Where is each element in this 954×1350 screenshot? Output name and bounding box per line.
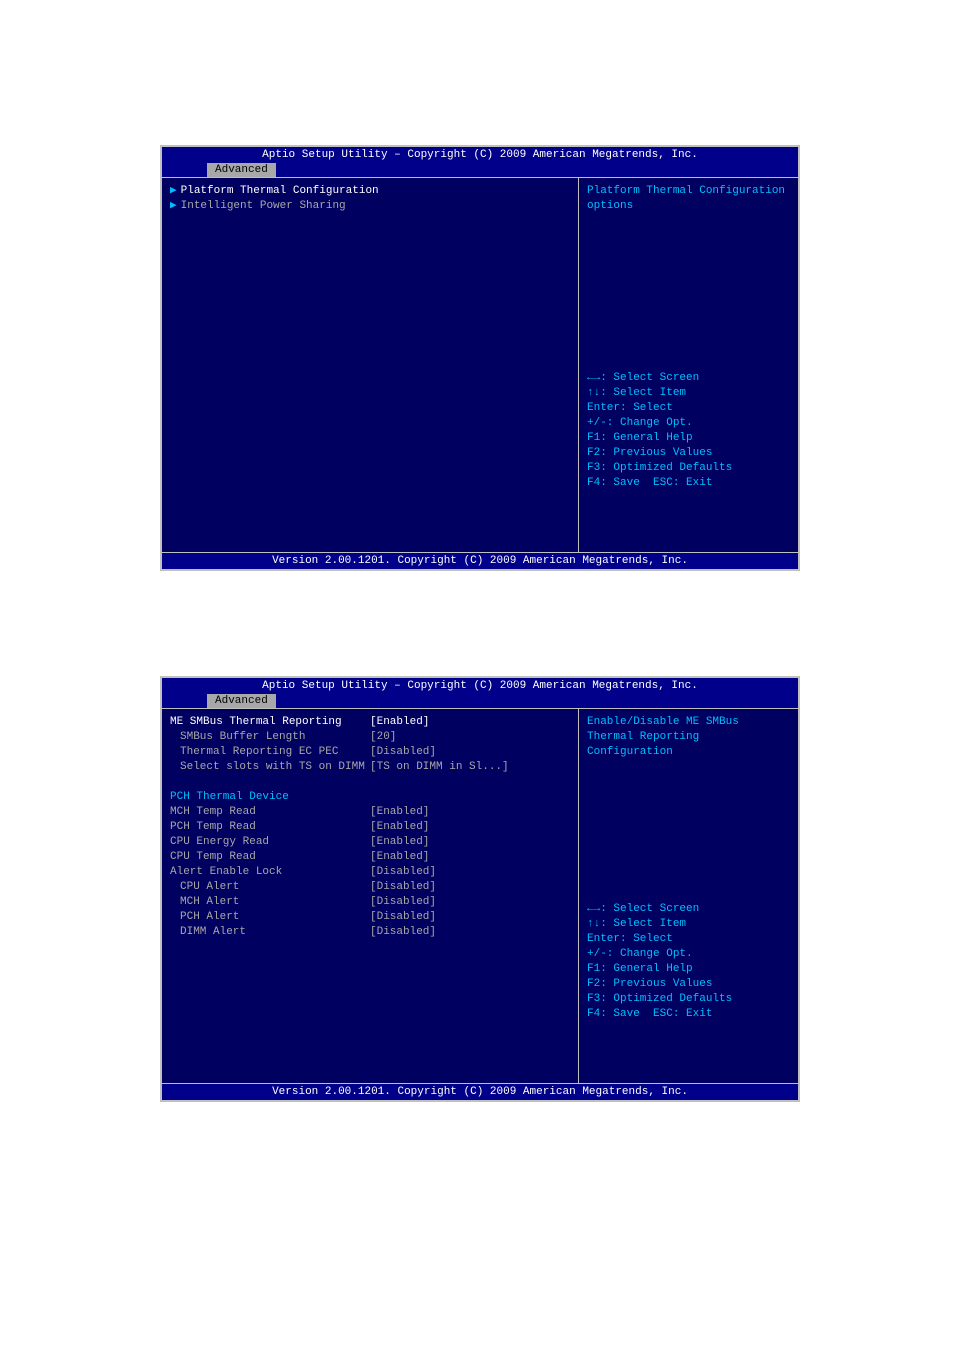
setting-value: [20]: [370, 730, 396, 745]
nav-change-opt: +/-: Change Opt.: [587, 416, 790, 431]
nav-f4: F4: Save ESC: Exit: [587, 1007, 790, 1022]
setting-label: PCH Temp Read: [170, 820, 370, 835]
footer-text: Version 2.00.1201. Copyright (C) 2009 Am…: [162, 1083, 798, 1100]
nav-select-screen: ←→: Select Screen: [587, 371, 790, 386]
arrow-icon: ▶: [170, 199, 177, 214]
setting-value: [Enabled]: [370, 805, 429, 820]
setting-label: SMBus Buffer Length: [170, 730, 370, 745]
content-area: ME SMBus Thermal Reporting [Enabled] SMB…: [162, 708, 798, 1083]
setting-label: Alert Enable Lock: [170, 865, 370, 880]
setting-alert-lock[interactable]: Alert Enable Lock [Disabled]: [170, 865, 570, 880]
nav-select-screen: ←→: Select Screen: [587, 902, 790, 917]
setting-value: [Enabled]: [370, 850, 429, 865]
nav-change-opt: +/-: Change Opt.: [587, 947, 790, 962]
tab-advanced[interactable]: Advanced: [207, 163, 276, 177]
setting-label: MCH Temp Read: [170, 805, 370, 820]
tab-advanced[interactable]: Advanced: [207, 694, 276, 708]
arrow-icon: ▶: [170, 184, 177, 199]
help-text: Enable/Disable ME SMBus Thermal Reportin…: [587, 715, 790, 902]
bios-screen-1: Aptio Setup Utility – Copyright (C) 2009…: [160, 145, 800, 571]
tab-bar: Advanced: [162, 694, 798, 708]
setting-value: [Enabled]: [370, 835, 429, 850]
setting-label: CPU Temp Read: [170, 850, 370, 865]
setting-value: [Enabled]: [370, 715, 429, 730]
setting-cpu-energy[interactable]: CPU Energy Read [Enabled]: [170, 835, 570, 850]
main-panel: ▶ Platform Thermal Configuration ▶ Intel…: [162, 178, 578, 552]
nav-f1: F1: General Help: [587, 431, 790, 446]
menu-label: Platform Thermal Configuration: [181, 184, 379, 199]
setting-me-smbus[interactable]: ME SMBus Thermal Reporting [Enabled]: [170, 715, 570, 730]
setting-ts-dimm-slots[interactable]: Select slots with TS on DIMM [TS on DIMM…: [170, 760, 570, 775]
nav-select-item: ↑↓: Select Item: [587, 386, 790, 401]
section-pch-thermal: PCH Thermal Device: [170, 790, 570, 805]
nav-enter: Enter: Select: [587, 932, 790, 947]
side-panel: Platform Thermal Configuration options ←…: [578, 178, 798, 552]
setting-pch-temp[interactable]: PCH Temp Read [Enabled]: [170, 820, 570, 835]
setting-label: DIMM Alert: [170, 925, 370, 940]
setting-label: Select slots with TS on DIMM: [170, 760, 370, 775]
setting-value: [Disabled]: [370, 910, 436, 925]
setting-value: [TS on DIMM in Sl...]: [370, 760, 509, 775]
content-area: ▶ Platform Thermal Configuration ▶ Intel…: [162, 177, 798, 552]
setting-label: MCH Alert: [170, 895, 370, 910]
nav-help: ←→: Select Screen ↑↓: Select Item Enter:…: [587, 902, 790, 1022]
setting-value: [Disabled]: [370, 865, 436, 880]
main-panel: ME SMBus Thermal Reporting [Enabled] SMB…: [162, 709, 578, 1083]
setting-label: CPU Energy Read: [170, 835, 370, 850]
nav-f4: F4: Save ESC: Exit: [587, 476, 790, 491]
nav-f3: F3: Optimized Defaults: [587, 461, 790, 476]
header-text: Aptio Setup Utility – Copyright (C) 2009…: [162, 147, 798, 163]
nav-f2: F2: Previous Values: [587, 446, 790, 461]
setting-thermal-ec-pec[interactable]: Thermal Reporting EC PEC [Disabled]: [170, 745, 570, 760]
side-panel: Enable/Disable ME SMBus Thermal Reportin…: [578, 709, 798, 1083]
setting-dimm-alert[interactable]: DIMM Alert [Disabled]: [170, 925, 570, 940]
setting-value: [Disabled]: [370, 745, 436, 760]
setting-cpu-alert[interactable]: CPU Alert [Disabled]: [170, 880, 570, 895]
setting-label: ME SMBus Thermal Reporting: [170, 715, 370, 730]
bios-screen-2: Aptio Setup Utility – Copyright (C) 2009…: [160, 676, 800, 1102]
nav-f3: F3: Optimized Defaults: [587, 992, 790, 1007]
tab-bar: Advanced: [162, 163, 798, 177]
nav-f1: F1: General Help: [587, 962, 790, 977]
setting-value: [Disabled]: [370, 880, 436, 895]
setting-pch-alert[interactable]: PCH Alert [Disabled]: [170, 910, 570, 925]
setting-mch-alert[interactable]: MCH Alert [Disabled]: [170, 895, 570, 910]
setting-value: [Enabled]: [370, 820, 429, 835]
help-text: Platform Thermal Configuration options: [587, 184, 790, 371]
setting-mch-temp[interactable]: MCH Temp Read [Enabled]: [170, 805, 570, 820]
header-text: Aptio Setup Utility – Copyright (C) 2009…: [162, 678, 798, 694]
footer-text: Version 2.00.1201. Copyright (C) 2009 Am…: [162, 552, 798, 569]
setting-cpu-temp[interactable]: CPU Temp Read [Enabled]: [170, 850, 570, 865]
nav-f2: F2: Previous Values: [587, 977, 790, 992]
menu-label: Intelligent Power Sharing: [181, 199, 346, 214]
setting-value: [Disabled]: [370, 895, 436, 910]
menu-platform-thermal[interactable]: ▶ Platform Thermal Configuration: [170, 184, 570, 199]
setting-label: CPU Alert: [170, 880, 370, 895]
setting-label: PCH Alert: [170, 910, 370, 925]
setting-smbus-buffer[interactable]: SMBus Buffer Length [20]: [170, 730, 570, 745]
menu-intelligent-power[interactable]: ▶ Intelligent Power Sharing: [170, 199, 570, 214]
setting-label: Thermal Reporting EC PEC: [170, 745, 370, 760]
nav-help: ←→: Select Screen ↑↓: Select Item Enter:…: [587, 371, 790, 491]
nav-select-item: ↑↓: Select Item: [587, 917, 790, 932]
setting-value: [Disabled]: [370, 925, 436, 940]
nav-enter: Enter: Select: [587, 401, 790, 416]
